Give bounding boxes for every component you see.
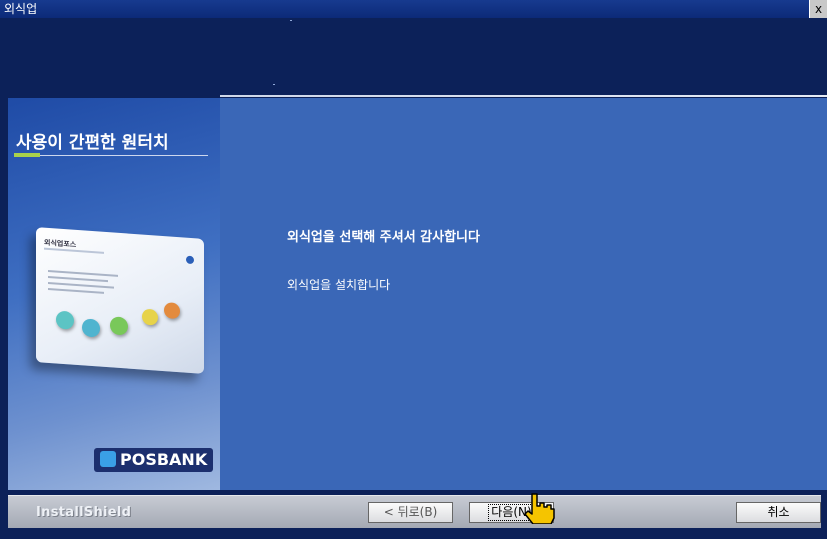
decor-dot	[290, 20, 292, 21]
side-tagline: 사용이 간편한 원터치	[16, 133, 169, 153]
header-band	[0, 18, 827, 98]
card-bubble	[82, 318, 100, 338]
title-bar[interactable]: 외식업 x	[0, 0, 827, 18]
header-rule	[220, 95, 827, 97]
installer-window: 외식업 x 사용이 간편한 원터치 외식업포스 POSBANK 외식업을 선택해…	[0, 0, 827, 539]
card-bubble	[164, 302, 180, 320]
posbank-logo: POSBANK	[94, 448, 214, 472]
side-panel: 사용이 간편한 원터치 외식업포스	[0, 98, 220, 490]
hand-cursor-icon	[524, 493, 555, 524]
logo-text: POSBANK	[120, 450, 208, 469]
welcome-heading: 외식업을 선택해 주셔서 감사합니다	[287, 230, 480, 245]
card-text-lines	[48, 269, 118, 299]
cancel-button[interactable]: 취소	[736, 502, 821, 523]
product-image: 외식업포스	[36, 227, 204, 374]
back-button[interactable]: < 뒤로(B)	[368, 502, 453, 523]
button-bar: InstallShield < 뒤로(B) 다음(N) 취소	[8, 495, 821, 528]
card-blue-dot	[186, 255, 194, 265]
bottom-area: InstallShield < 뒤로(B) 다음(N) 취소	[0, 490, 827, 539]
tagline-underline	[16, 155, 208, 156]
welcome-body: 외식업을 설치합니다	[287, 278, 391, 292]
main-panel: 외식업을 선택해 주셔서 감사합니다 외식업을 설치합니다	[220, 98, 827, 490]
installshield-label: InstallShield	[36, 505, 132, 520]
card-bubble	[142, 308, 158, 326]
posbank-mark-icon	[100, 451, 116, 467]
close-button[interactable]: x	[809, 0, 827, 18]
decor-dot	[273, 84, 275, 85]
tagline-accent	[14, 153, 40, 157]
card-bubble	[56, 310, 74, 330]
card-bubble	[110, 316, 128, 336]
window-title: 외식업	[4, 2, 38, 16]
